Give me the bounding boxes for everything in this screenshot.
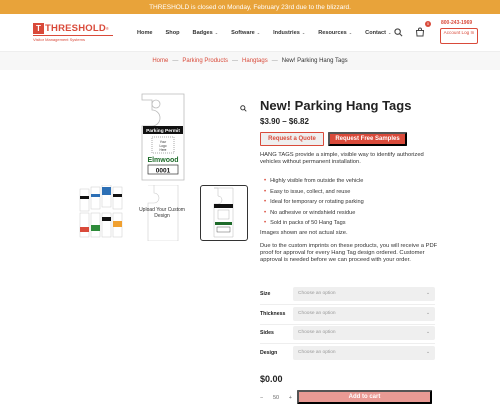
chevron-down-icon: ⌄ — [425, 291, 430, 296]
product-thumbnails: Upload Your Custom Design — [79, 184, 259, 241]
upload-design-text: Upload Your Custom Design — [139, 207, 185, 219]
cart-total: $0.00 — [260, 374, 283, 384]
breadcrumb-parking-products[interactable]: Parking Products — [182, 58, 228, 64]
logo-tagline: Visitor Management Systems — [33, 35, 113, 42]
bullet-icon: • — [264, 209, 267, 216]
svg-text:Elmwood: Elmwood — [147, 157, 178, 164]
option-label: Size — [260, 290, 271, 297]
product-price: $3.90 – $6.82 — [260, 117, 309, 126]
bullet-icon: • — [264, 220, 267, 226]
chevron-down-icon: ⌄ — [387, 30, 392, 35]
zoom-icon[interactable] — [240, 99, 247, 117]
svg-text:Parking Permit: Parking Permit — [146, 128, 180, 134]
nav-item-home[interactable]: Home — [137, 30, 153, 36]
list-item: • No adhesive or windshield residue — [264, 208, 364, 219]
main-nav: Home Shop Badges ⌄ Software ⌄ Industries ⌄ … — [137, 30, 404, 36]
announcement-banner: THRESHOLD is closed on Monday, February … — [0, 0, 500, 14]
design-select[interactable]: Choose an option ⌄ — [293, 345, 435, 360]
breadcrumb-separator: — — [271, 58, 278, 64]
nav-item-contact[interactable]: Contact ⌄ — [365, 30, 391, 36]
option-thickness: Thickness Choose an option ⌄ — [260, 306, 435, 321]
image-size-note: Images shown are not actual size. — [260, 230, 348, 236]
logo-registered: ® — [105, 26, 109, 31]
quantity-value[interactable]: 50 — [273, 395, 279, 401]
divider — [260, 304, 435, 305]
bullet-icon: • — [264, 199, 267, 205]
request-samples-button[interactable]: Request Free Samples — [328, 132, 407, 146]
thumbnail-parking-permit[interactable] — [200, 185, 248, 241]
product-description: HANG TAGS provide a simple, visible way … — [260, 152, 424, 165]
phone-number[interactable]: 800-243-1969 — [441, 20, 472, 26]
bullet-icon: • — [264, 178, 267, 184]
search-icon[interactable] — [392, 26, 404, 38]
nav-item-software[interactable]: Software ⌄ — [231, 30, 260, 36]
breadcrumb-home[interactable]: Home — [152, 58, 168, 64]
nav-item-badges[interactable]: Badges ⌄ — [193, 30, 219, 36]
sides-select[interactable]: Choose an option ⌄ — [293, 325, 435, 340]
divider — [260, 343, 435, 344]
increase-button[interactable]: + — [289, 395, 292, 401]
option-size: Size Choose an option ⌄ — [260, 286, 435, 301]
site-logo[interactable]: T THRESHOLD ® Visitor Management Systems — [33, 23, 113, 42]
thumbnail-upload-design[interactable]: Upload Your Custom Design — [138, 185, 186, 241]
option-label: Design — [260, 349, 278, 356]
list-item: • Ideal for temporary or rotating parking — [264, 197, 364, 208]
banner-text: THRESHOLD is closed on Monday, February … — [149, 3, 351, 11]
nav-item-resources[interactable]: Resources ⌄ — [318, 30, 352, 36]
chevron-down-icon: ⌄ — [256, 30, 261, 35]
account-login-button[interactable]: Account Log In — [440, 28, 478, 44]
quantity-stepper: − 50 + — [260, 392, 292, 404]
bullet-icon: • — [264, 188, 267, 195]
option-design: Design Choose an option ⌄ — [260, 345, 435, 360]
list-item: • Easy to issue, collect, and reuse — [264, 187, 364, 198]
nav-item-shop[interactable]: Shop — [166, 30, 180, 36]
cart-count-badge: 0 — [425, 21, 431, 27]
proof-approval-note: Due to the custom imprints on these prod… — [260, 243, 438, 263]
add-to-cart-button[interactable]: Add to cart — [297, 390, 432, 404]
svg-text:Here: Here — [160, 148, 167, 152]
breadcrumb-hangtags[interactable]: Hangtags — [242, 58, 268, 64]
cart-icon[interactable]: 0 — [414, 21, 431, 38]
nav-item-industries[interactable]: Industries ⌄ — [273, 30, 305, 36]
chevron-down-icon: ⌄ — [214, 30, 219, 35]
breadcrumb-separator: — — [232, 58, 239, 64]
option-label: Thickness — [260, 310, 286, 317]
chevron-down-icon: ⌄ — [348, 30, 353, 35]
thumbnail-collection[interactable] — [79, 184, 127, 241]
site-header: T THRESHOLD ® Visitor Management Systems… — [0, 14, 500, 52]
svg-text:0001: 0001 — [156, 168, 171, 175]
option-label: Sides — [260, 329, 274, 336]
size-select[interactable]: Choose an option ⌄ — [293, 286, 435, 301]
chevron-down-icon: ⌄ — [425, 311, 430, 316]
decrease-button[interactable]: − — [260, 395, 263, 401]
breadcrumb-current: New! Parking Hang Tags — [281, 58, 348, 64]
feature-list: • Highly visible from outside the vehicle… — [264, 176, 364, 229]
thickness-select[interactable]: Choose an option ⌄ — [293, 306, 435, 321]
breadcrumb-separator: — — [172, 58, 179, 64]
chevron-down-icon: ⌄ — [425, 330, 430, 335]
breadcrumb: Home — Parking Products — Hangtags — New… — [0, 52, 500, 70]
product-main-image[interactable]: Parking Permit Your Logo Here Elmwood 00… — [140, 92, 186, 182]
request-quote-button[interactable]: Request a Quote — [260, 132, 324, 146]
logo-name: THRESHOLD — [45, 23, 106, 34]
list-item: • Sold in packs of 50 Hang Tags — [264, 218, 364, 229]
logo-mark: T — [33, 23, 44, 34]
chevron-down-icon: ⌄ — [301, 30, 306, 35]
option-sides: Sides Choose an option ⌄ — [260, 325, 435, 340]
chevron-down-icon: ⌄ — [425, 350, 430, 355]
list-item: • Highly visible from outside the vehicle — [264, 176, 364, 187]
product-title: New! Parking Hang Tags — [260, 98, 412, 113]
